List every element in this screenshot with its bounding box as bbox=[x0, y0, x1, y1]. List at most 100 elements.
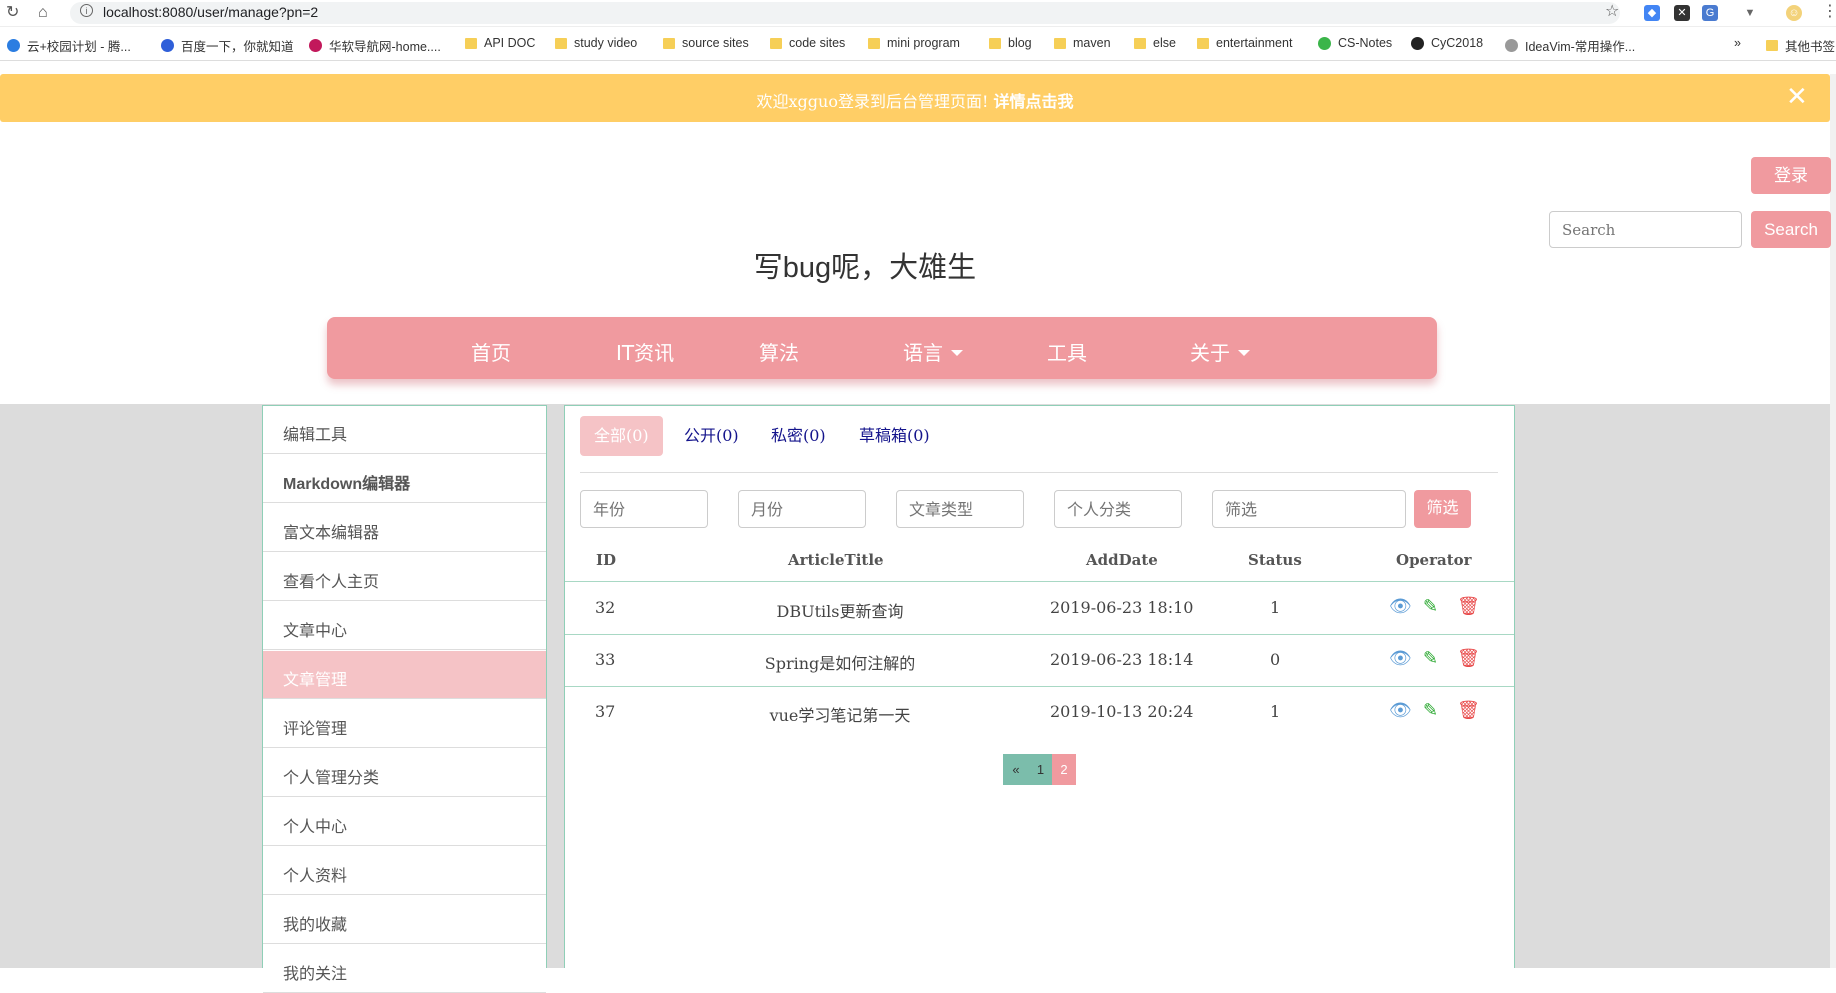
sidebar-item-favorites[interactable]: 我的收藏 bbox=[263, 896, 546, 944]
bookmark-item[interactable]: CyC2018 bbox=[1411, 36, 1483, 50]
sidebar-item-personal-center[interactable]: 个人中心 bbox=[263, 798, 546, 846]
login-button[interactable]: 登录 bbox=[1751, 157, 1831, 194]
category-filter[interactable] bbox=[1054, 490, 1182, 528]
cell-id: 32 bbox=[595, 598, 616, 617]
sidebar-item-comments[interactable]: 评论管理 bbox=[263, 700, 546, 748]
vue-devtools-icon[interactable]: ▼ bbox=[1742, 5, 1758, 21]
cloud-icon bbox=[7, 39, 20, 52]
banner-text: 欢迎xgguo登录到后台管理页面! 详情点击我 bbox=[756, 92, 1074, 111]
cell-title: DBUtils更新查询 bbox=[776, 602, 904, 621]
sidebar-item-markdown[interactable]: Markdown编辑器 bbox=[263, 455, 546, 503]
info-icon[interactable]: i bbox=[80, 4, 93, 17]
filter-button[interactable]: 筛选 bbox=[1414, 490, 1471, 528]
star-icon[interactable]: ☆ bbox=[1605, 2, 1619, 22]
sidebar-item-following[interactable]: 我的关注 bbox=[263, 945, 546, 993]
folder-icon bbox=[1197, 37, 1209, 49]
folder-icon bbox=[1766, 40, 1778, 51]
delete-icon[interactable]: 🗑 bbox=[1457, 648, 1480, 668]
row-divider bbox=[565, 686, 1514, 687]
column-header-title: ArticleTitle bbox=[788, 551, 884, 569]
column-header-id: ID bbox=[596, 551, 617, 569]
edit-icon[interactable]: ✎ bbox=[1423, 700, 1438, 720]
folder-icon bbox=[868, 37, 880, 49]
nav-language[interactable]: 语言 bbox=[903, 337, 963, 366]
bookmark-item[interactable]: blog bbox=[989, 36, 1032, 50]
nav-algorithm[interactable]: 算法 bbox=[759, 337, 799, 366]
reload-icon[interactable]: ↻ bbox=[6, 3, 19, 23]
tab-public[interactable]: 公开(0) bbox=[670, 416, 753, 456]
bookmark-item[interactable]: API DOC bbox=[465, 36, 535, 50]
folder-icon bbox=[1134, 37, 1146, 49]
site-icon bbox=[1505, 39, 1518, 52]
cell-id: 33 bbox=[595, 650, 616, 669]
bookmark-item[interactable]: 云+校园计划 - 腾... bbox=[7, 36, 131, 55]
tab-drafts[interactable]: 草稿箱(0) bbox=[845, 416, 944, 456]
folder-icon bbox=[465, 37, 477, 49]
column-header-date: AddDate bbox=[1086, 551, 1158, 569]
bookmark-item[interactable]: mini program bbox=[868, 36, 960, 50]
view-icon[interactable]: 👁 bbox=[1389, 596, 1412, 616]
nav-it-news[interactable]: IT资讯 bbox=[616, 337, 674, 366]
sidebar-item-edit-tools[interactable]: 编辑工具 bbox=[263, 406, 546, 454]
sidebar-item-categories[interactable]: 个人管理分类 bbox=[263, 749, 546, 797]
extension-icon[interactable]: ◆ bbox=[1644, 5, 1660, 21]
nav-tools[interactable]: 工具 bbox=[1047, 337, 1087, 366]
keyword-filter[interactable] bbox=[1212, 490, 1406, 528]
bookmark-item[interactable]: source sites bbox=[663, 36, 749, 50]
delete-icon[interactable]: 🗑 bbox=[1457, 700, 1480, 720]
menu-icon[interactable]: ⋮ bbox=[1822, 2, 1836, 22]
bookmark-item[interactable]: 华软导航网-home.... bbox=[309, 36, 441, 55]
month-filter[interactable] bbox=[738, 490, 866, 528]
delete-icon[interactable]: 🗑 bbox=[1457, 596, 1480, 616]
bookmark-item[interactable]: IdeaVim-常用操作... bbox=[1505, 36, 1635, 55]
pagination-prev[interactable]: « bbox=[1003, 754, 1029, 785]
pagination-page-1[interactable]: 1 bbox=[1029, 754, 1052, 785]
close-icon[interactable]: ✕ bbox=[1786, 83, 1808, 109]
extension-x-icon[interactable]: ✕ bbox=[1674, 5, 1690, 21]
tab-private[interactable]: 私密(0) bbox=[757, 416, 840, 456]
view-icon[interactable]: 👁 bbox=[1389, 648, 1412, 668]
bookmark-item[interactable]: entertainment bbox=[1197, 36, 1292, 50]
scrollbar[interactable] bbox=[1830, 74, 1836, 968]
bookmark-item[interactable]: study video bbox=[555, 36, 637, 50]
bookmark-item[interactable]: 其他书签 bbox=[1766, 36, 1835, 55]
bookmark-item[interactable]: code sites bbox=[770, 36, 845, 50]
sidebar-item-article-center[interactable]: 文章中心 bbox=[263, 602, 546, 650]
edit-icon[interactable]: ✎ bbox=[1423, 648, 1438, 668]
sidebar-item-profile[interactable]: 个人资料 bbox=[263, 847, 546, 895]
cell-title: vue学习笔记第一天 bbox=[769, 706, 911, 725]
bookmark-item[interactable]: else bbox=[1134, 36, 1176, 50]
column-header-status: Status bbox=[1248, 551, 1302, 569]
cell-date: 2019-06-23 18:10 bbox=[1050, 598, 1194, 617]
column-header-operator: Operator bbox=[1396, 551, 1472, 569]
profile-avatar-icon[interactable]: ☺ bbox=[1786, 5, 1802, 21]
folder-icon bbox=[663, 37, 675, 49]
site-icon bbox=[1318, 36, 1331, 50]
sidebar-item-richtext[interactable]: 富文本编辑器 bbox=[263, 504, 546, 552]
folder-icon bbox=[1054, 37, 1066, 49]
bookmark-item[interactable]: maven bbox=[1054, 36, 1111, 50]
bookmark-item[interactable]: CS-Notes bbox=[1318, 36, 1392, 50]
year-filter[interactable] bbox=[580, 490, 708, 528]
search-input[interactable] bbox=[1549, 211, 1742, 248]
url-text[interactable]: localhost:8080/user/manage?pn=2 bbox=[103, 4, 318, 20]
nav-about[interactable]: 关于 bbox=[1190, 337, 1250, 366]
row-divider bbox=[565, 581, 1514, 582]
bookmark-item[interactable]: 百度一下，你就知道 bbox=[161, 36, 294, 55]
sidebar-item-article-manage[interactable]: 文章管理 bbox=[263, 651, 546, 699]
edit-icon[interactable]: ✎ bbox=[1423, 596, 1438, 616]
search-button[interactable]: Search bbox=[1751, 211, 1831, 248]
more-bookmarks[interactable]: » bbox=[1734, 36, 1741, 50]
cell-status: 1 bbox=[1270, 598, 1281, 617]
pagination-page-2[interactable]: 2 bbox=[1052, 754, 1076, 785]
sidebar-item-homepage[interactable]: 查看个人主页 bbox=[263, 553, 546, 601]
banner-link[interactable]: 详情点击我 bbox=[993, 92, 1073, 111]
site-title: 写bug呢，大雄生 bbox=[753, 252, 977, 284]
article-type-filter[interactable] bbox=[896, 490, 1024, 528]
github-icon bbox=[1411, 36, 1424, 50]
home-icon[interactable]: ⌂ bbox=[38, 3, 48, 23]
tab-all[interactable]: 全部(0) bbox=[580, 416, 663, 456]
view-icon[interactable]: 👁 bbox=[1389, 700, 1412, 720]
translate-icon[interactable]: G bbox=[1702, 5, 1718, 21]
nav-home[interactable]: 首页 bbox=[471, 337, 511, 366]
